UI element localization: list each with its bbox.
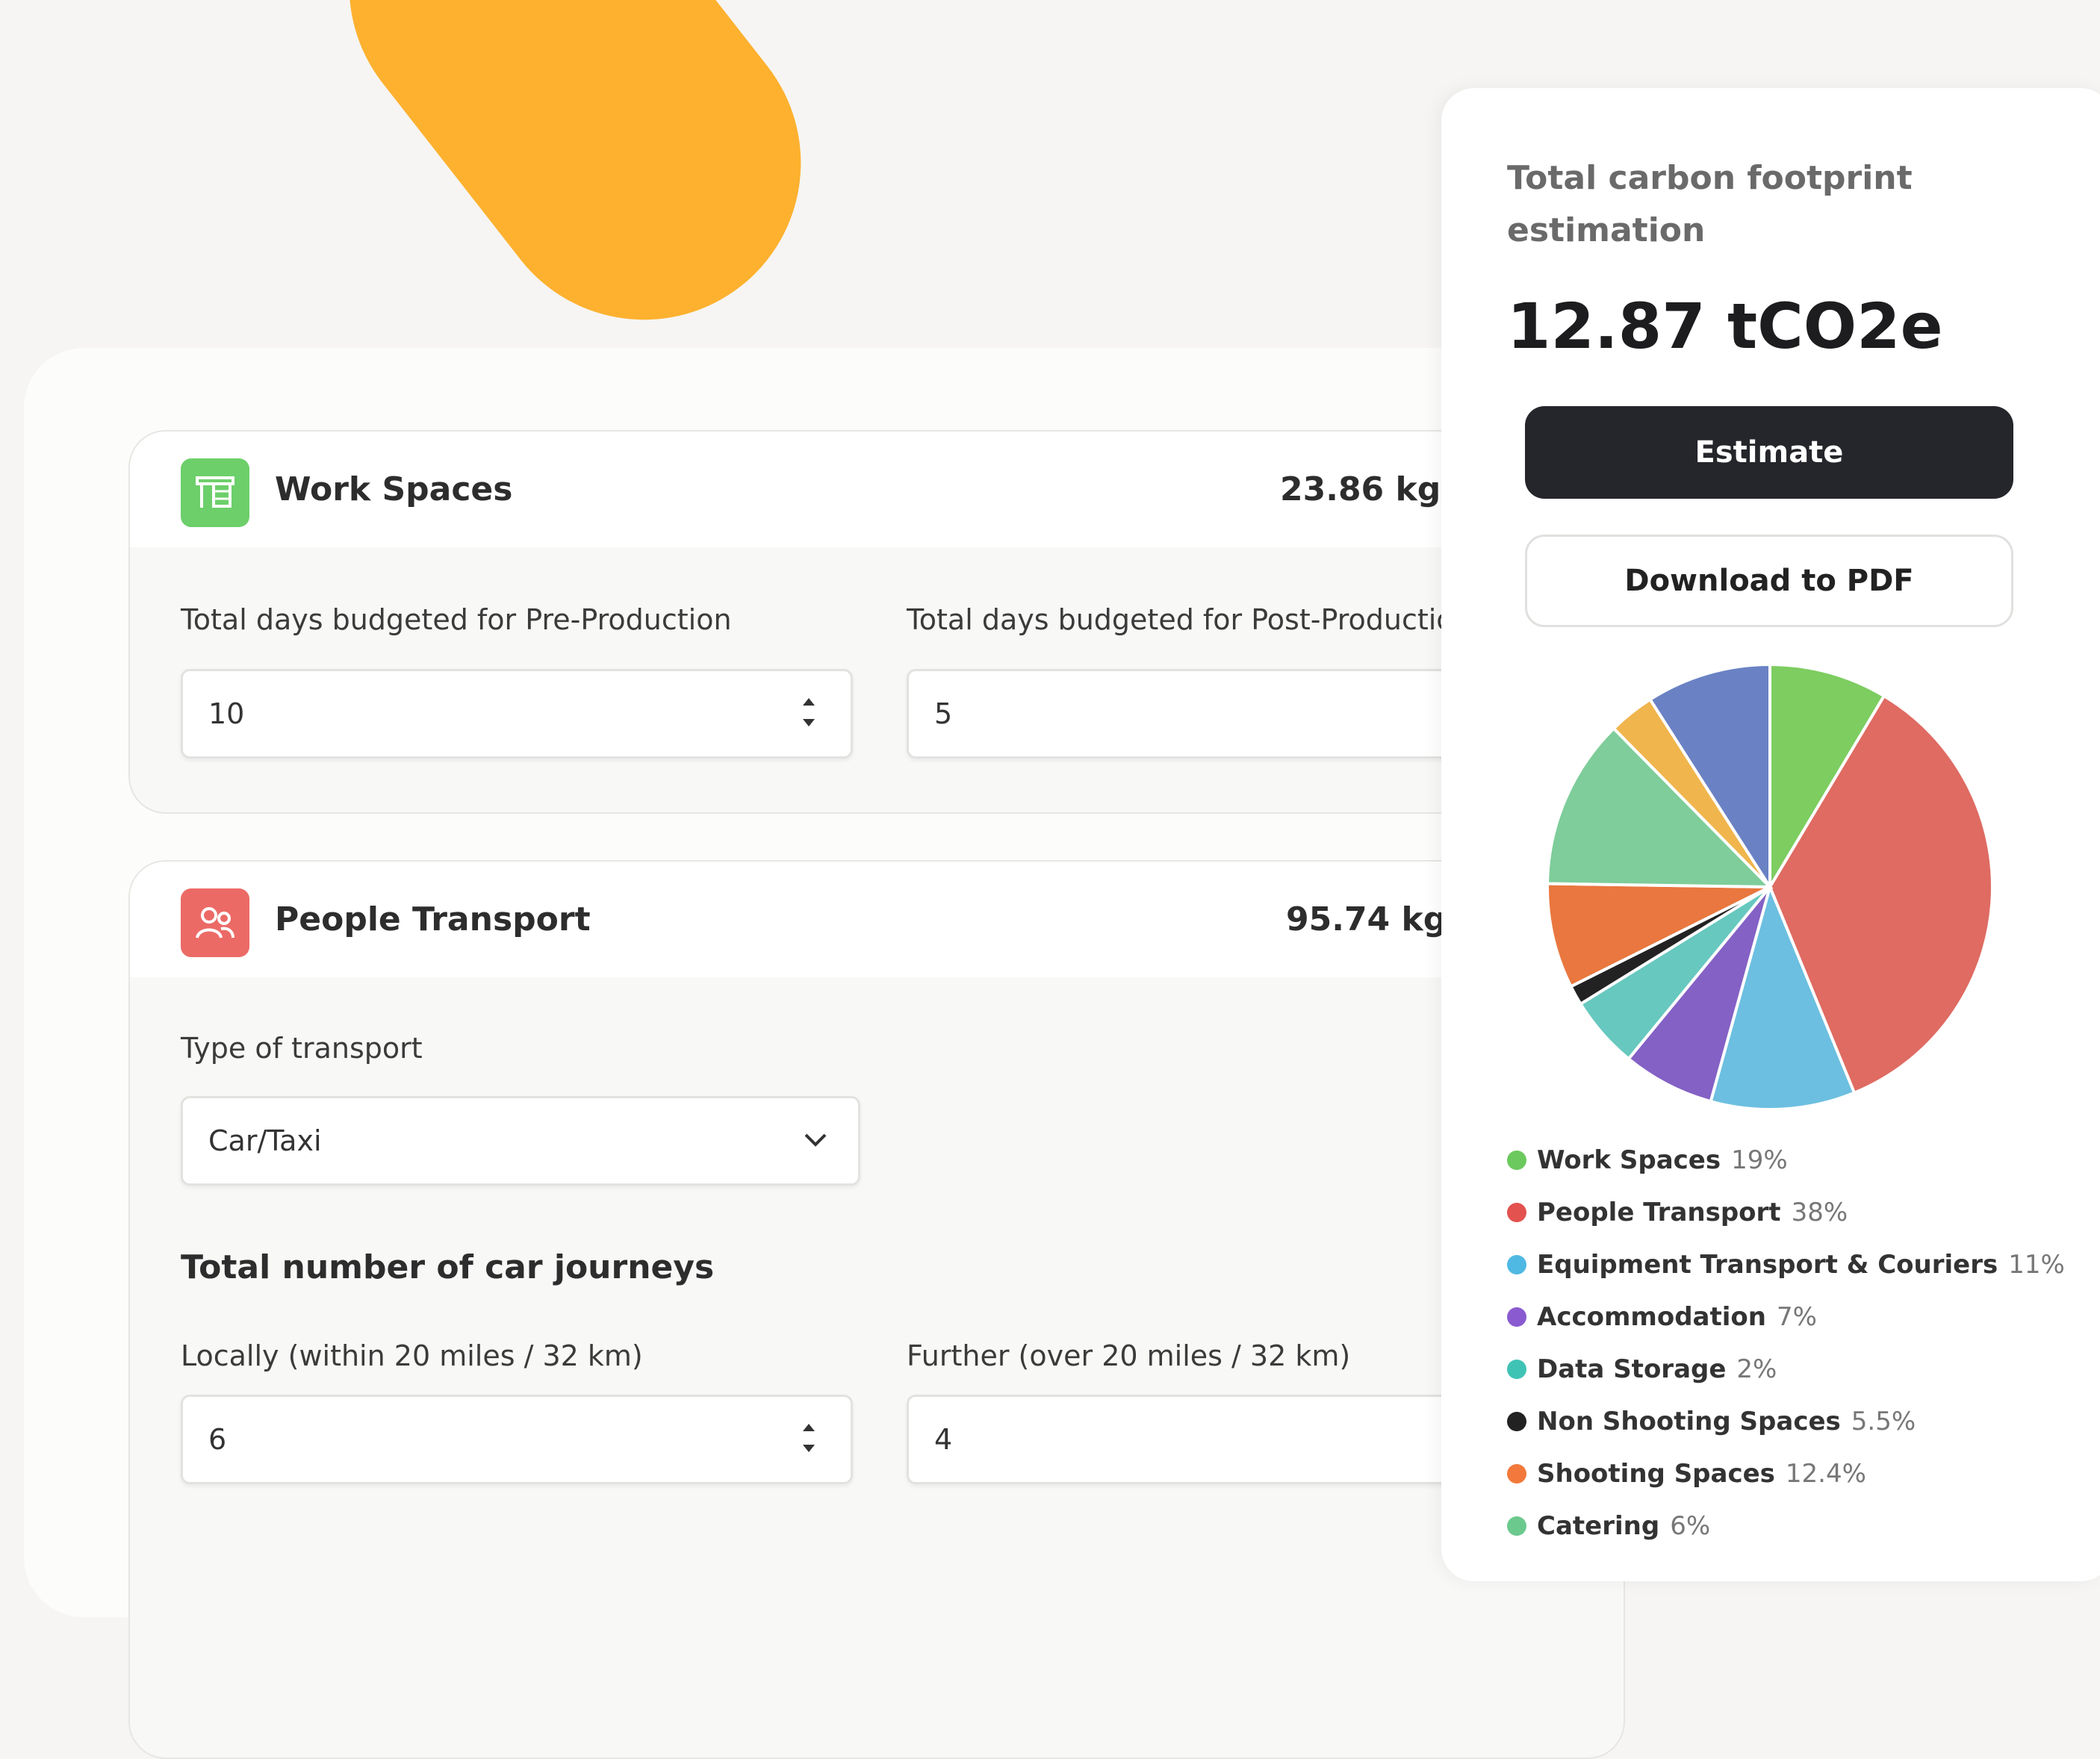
legend-item: Accommodation 7%: [1507, 1295, 1817, 1339]
section-people-transport: People Transport 95.74 kg CO Type of tra…: [128, 860, 1625, 1759]
legend-item: Data Storage 2%: [1507, 1347, 1777, 1392]
input-value: 6: [208, 1423, 227, 1456]
legend-dot: [1507, 1151, 1526, 1170]
legend-item: Catering 6%: [1507, 1504, 1710, 1548]
legend-dot: [1507, 1516, 1526, 1536]
legend-label: Equipment Transport & Couriers: [1537, 1250, 1998, 1280]
field-label-transport-type: Type of transport: [181, 1032, 423, 1065]
input-value: 5: [934, 697, 953, 730]
estimate-button[interactable]: Estimate: [1525, 406, 2013, 499]
section-header[interactable]: People Transport 95.74 kg CO: [130, 862, 1624, 977]
section-header[interactable]: Work Spaces 23.86 kg CO: [130, 432, 1624, 547]
field-label-post-production: Total days budgeted for Post-Productio: [907, 603, 1454, 636]
pre-production-days-input[interactable]: 10: [181, 669, 853, 759]
legend-dot: [1507, 1412, 1526, 1431]
legend-label: Data Storage: [1537, 1354, 1727, 1384]
legend-percent: 19%: [1731, 1145, 1788, 1175]
legend-label: Non Shooting Spaces: [1537, 1407, 1841, 1436]
legend-percent: 38%: [1791, 1198, 1848, 1227]
summary-panel: Total carbon footprint estimation 12.87 …: [1441, 88, 2100, 1581]
journeys-heading: Total number of car journeys: [181, 1248, 715, 1286]
legend-label: Shooting Spaces: [1537, 1459, 1775, 1489]
chevron-down-icon: [804, 1133, 827, 1147]
total-footprint-value: 12.87 tCO2e: [1507, 290, 1943, 363]
footprint-pie-chart: [1546, 663, 1994, 1111]
legend-dot: [1507, 1255, 1526, 1274]
legend-percent: 12.4%: [1785, 1459, 1866, 1489]
legend-label: People Transport: [1537, 1198, 1781, 1227]
field-label-local-journeys: Locally (within 20 miles / 32 km): [181, 1339, 643, 1372]
legend-dot: [1507, 1307, 1526, 1327]
input-value: 10: [208, 697, 245, 730]
section-title: People Transport: [275, 900, 591, 938]
legend-dot: [1507, 1203, 1526, 1222]
legend-percent: 2%: [1736, 1354, 1777, 1384]
section-work-spaces: Work Spaces 23.86 kg CO Total days budge…: [128, 430, 1625, 814]
legend-percent: 5.5%: [1851, 1407, 1916, 1436]
legend-item: Equipment Transport & Couriers 11%: [1507, 1242, 2065, 1287]
legend-label: Work Spaces: [1537, 1145, 1721, 1175]
people-icon: [181, 888, 249, 957]
field-label-further-journeys: Further (over 20 miles / 32 km): [907, 1339, 1351, 1372]
desk-icon: [181, 458, 249, 527]
legend-label: Catering: [1537, 1511, 1660, 1541]
legend-label: Accommodation: [1537, 1302, 1766, 1332]
legend-percent: 6%: [1670, 1511, 1711, 1541]
legend-dot: [1507, 1464, 1526, 1484]
legend-percent: 11%: [2008, 1250, 2065, 1280]
estimator-form-card: Work Spaces 23.86 kg CO Total days budge…: [24, 348, 1625, 1759]
legend-item: Shooting Spaces 12.4%: [1507, 1451, 1866, 1496]
select-value: Car/Taxi: [208, 1124, 322, 1157]
chart-legend: Work Spaces 19% People Transport 38% Equipme…: [1507, 1133, 2100, 1581]
stepper-icon[interactable]: [795, 694, 822, 738]
decorative-orange-pill: [285, 0, 865, 383]
legend-item: Non Shooting Spaces 5.5%: [1507, 1399, 1916, 1444]
field-label-pre-production: Total days budgeted for Pre-Production: [181, 603, 732, 636]
section-title: Work Spaces: [275, 470, 513, 508]
transport-type-select[interactable]: Car/Taxi: [181, 1096, 860, 1186]
legend-percent: 7%: [1776, 1302, 1817, 1332]
legend-item: People Transport 38%: [1507, 1190, 1848, 1235]
legend-dot: [1507, 1360, 1526, 1379]
summary-title: Total carbon footprint estimation: [1507, 159, 1913, 249]
legend-item: Work Spaces 19%: [1507, 1138, 1788, 1183]
input-value: 4: [934, 1423, 953, 1456]
local-journeys-input[interactable]: 6: [181, 1395, 853, 1484]
download-pdf-button[interactable]: Download to PDF: [1525, 535, 2013, 627]
stepper-icon[interactable]: [795, 1419, 822, 1464]
